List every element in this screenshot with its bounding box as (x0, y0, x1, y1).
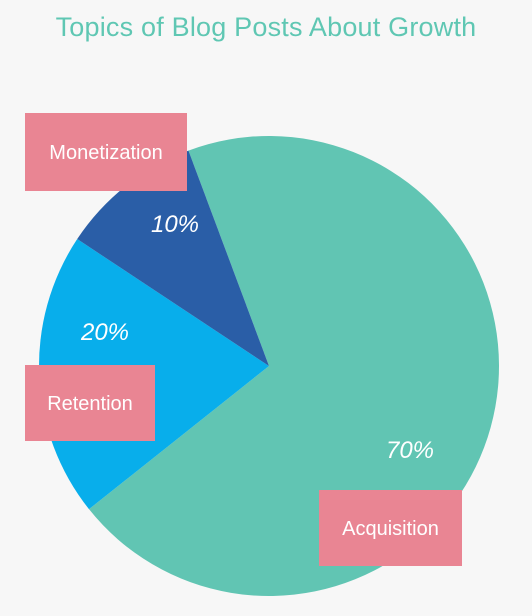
percent-label-retention: 20% (80, 319, 129, 346)
percent-label-acquisition: 70% (386, 437, 434, 464)
pie-chart: 70% 20% 10% Acquisition Retention Monetizati… (25, 113, 500, 597)
percent-label-monetization: 10% (151, 211, 199, 238)
category-label-monetization: Monetization (49, 142, 162, 164)
category-label-acquisition: Acquisition (342, 518, 439, 540)
category-label-retention: Retention (47, 393, 133, 415)
